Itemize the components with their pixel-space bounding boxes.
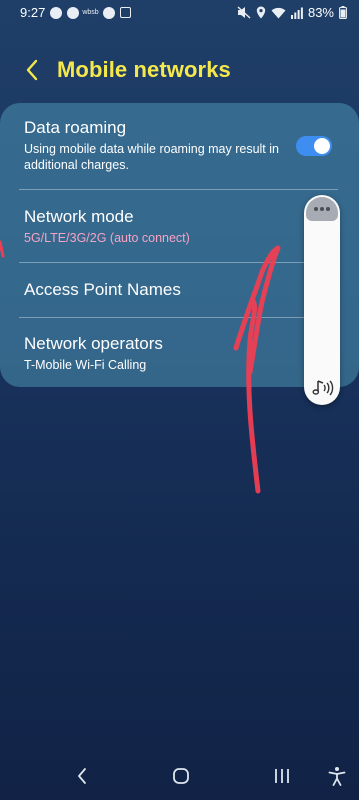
navigation-bar — [0, 750, 359, 800]
home-icon — [173, 768, 189, 784]
status-bar: 9:27 wbsb 83% — [0, 0, 359, 26]
clock-badge-icon — [67, 6, 80, 19]
data-roaming-subtitle: Using mobile data while roaming may resu… — [24, 142, 279, 172]
divider — [19, 189, 338, 190]
image-icon — [119, 7, 131, 18]
nav-recents-button[interactable] — [268, 762, 296, 790]
nav-home-button[interactable] — [168, 762, 194, 790]
signal-icon — [290, 7, 303, 19]
status-right: 83% — [237, 5, 347, 20]
status-left: 9:27 wbsb — [20, 5, 131, 20]
network-operators-title: Network operators — [24, 334, 163, 353]
wifi-icon — [271, 7, 286, 18]
back-icon — [78, 768, 86, 784]
divider — [19, 317, 338, 318]
network-mode-row[interactable]: Network mode 5G/LTE/3G/2G (auto connect) — [24, 207, 294, 246]
battery-percent: 83% — [307, 5, 334, 20]
data-roaming-title: Data roaming — [24, 118, 127, 137]
nosign-icon — [50, 6, 63, 19]
more-options-icon — [314, 207, 330, 211]
mute-icon — [237, 6, 251, 19]
media-volume-icon — [312, 380, 334, 396]
status-app-label: wbsb — [82, 9, 99, 16]
chevron-left-icon — [26, 59, 38, 81]
app-header: Mobile networks — [0, 50, 359, 94]
data-roaming-row[interactable]: Data roaming Using mobile data while roa… — [24, 118, 286, 173]
recents-icon — [275, 769, 289, 783]
page-title: Mobile networks — [57, 57, 231, 82]
toggle-knob — [314, 138, 330, 154]
divider — [19, 262, 338, 263]
nav-accessibility-button[interactable] — [324, 762, 350, 790]
network-operators-row[interactable]: Network operators T-Mobile Wi-Fi Calling — [24, 334, 294, 373]
battery-icon — [339, 6, 347, 19]
volume-panel[interactable] — [304, 195, 340, 405]
network-mode-title: Network mode — [24, 207, 134, 226]
nosign-icon — [102, 6, 115, 19]
location-icon — [256, 6, 266, 19]
access-point-names-row[interactable]: Access Point Names — [24, 280, 294, 300]
status-time: 9:27 — [20, 5, 46, 20]
media-volume-button[interactable] — [310, 377, 334, 399]
back-button[interactable] — [14, 52, 50, 88]
accessibility-icon — [328, 767, 346, 786]
data-roaming-toggle[interactable] — [296, 136, 332, 156]
access-point-names-title: Access Point Names — [24, 280, 181, 299]
nav-back-button[interactable] — [70, 762, 94, 790]
network-operators-value: T-Mobile Wi-Fi Calling — [24, 358, 147, 372]
network-mode-value: 5G/LTE/3G/2G (auto connect) — [24, 231, 190, 245]
more-options-button[interactable] — [306, 197, 338, 221]
